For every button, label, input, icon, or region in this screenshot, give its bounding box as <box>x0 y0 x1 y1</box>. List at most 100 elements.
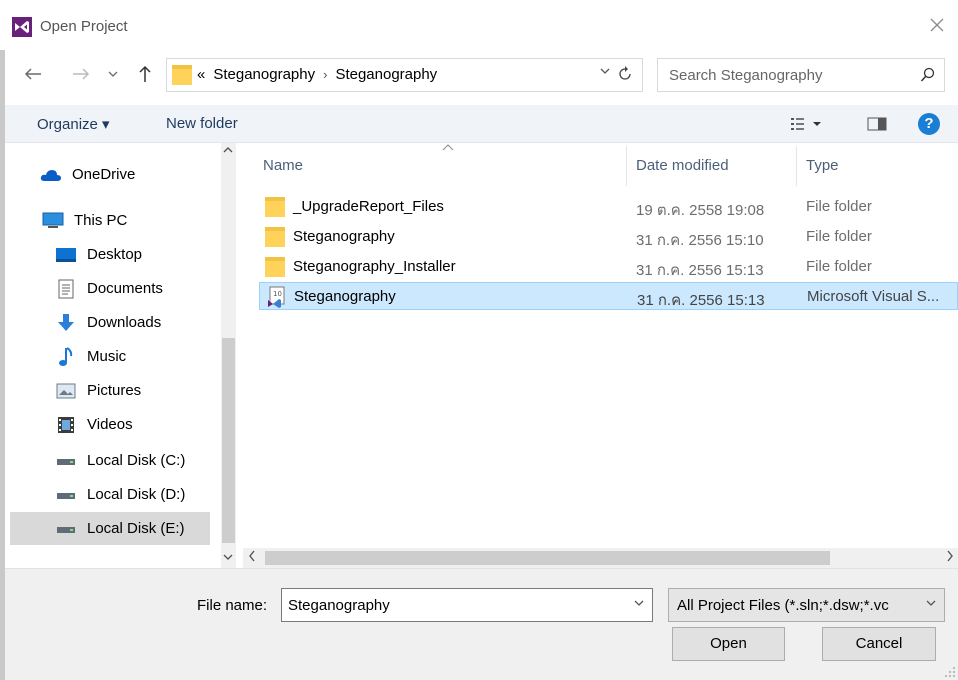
breadcrumb-item[interactable]: Steganography <box>213 66 315 83</box>
search-box[interactable]: Search Steganography <box>657 58 945 92</box>
search-icon[interactable] <box>920 67 936 83</box>
sidebar-item-local-disk-e[interactable]: Local Disk (E:) <box>10 512 210 545</box>
downloads-icon <box>55 312 77 334</box>
sidebar-item-desktop[interactable]: Desktop <box>10 238 210 271</box>
search-input[interactable]: Search Steganography <box>669 67 822 84</box>
onedrive-icon <box>40 164 62 186</box>
sidebar-item-videos[interactable]: Videos <box>10 408 210 441</box>
navigation-pane: OneDrive This PC Desktop Documents Downl… <box>10 143 236 573</box>
file-type: File folder <box>806 228 872 245</box>
scroll-up-icon[interactable] <box>223 146 233 154</box>
preview-pane-icon <box>867 117 887 131</box>
scroll-left-icon[interactable] <box>248 550 256 562</box>
svg-text:10: 10 <box>273 290 282 298</box>
file-date: 31 ก.ค. 2556 15:13 <box>637 292 765 309</box>
breadcrumb-separator-icon[interactable]: › <box>323 67 327 82</box>
desktop-icon <box>55 244 77 266</box>
change-view-button[interactable] <box>790 116 824 136</box>
cancel-button[interactable]: Cancel <box>822 627 936 661</box>
sidebar-item-this-pc[interactable]: This PC <box>10 204 210 237</box>
videos-icon <box>55 414 77 436</box>
horizontal-scroll-thumb[interactable] <box>265 551 830 565</box>
sidebar-item-music[interactable]: Music <box>10 340 210 373</box>
view-details-icon <box>791 118 821 130</box>
file-date: 31 ก.ค. 2556 15:10 <box>636 232 764 249</box>
file-type: File folder <box>806 198 872 215</box>
column-header-type[interactable]: Type <box>806 157 839 174</box>
sidebar-item-local-disk-c[interactable]: Local Disk (C:) <box>10 444 210 477</box>
music-icon <box>55 346 77 368</box>
chevron-down-icon[interactable] <box>634 599 644 607</box>
open-button[interactable]: Open <box>672 627 785 661</box>
resize-grip-icon[interactable] <box>944 666 956 678</box>
scroll-down-icon[interactable] <box>223 553 233 561</box>
breadcrumb-item[interactable]: Steganography <box>335 66 437 83</box>
folder-icon <box>172 65 192 85</box>
column-header-date-modified[interactable]: Date modified <box>636 157 729 174</box>
close-icon[interactable] <box>926 14 948 36</box>
file-type-selected-value: All Project Files (*.sln;*.dsw;*.vc <box>677 597 889 614</box>
file-name: _UpgradeReport_Files <box>293 198 444 215</box>
sort-ascending-icon <box>442 144 454 151</box>
column-separator[interactable] <box>796 146 797 186</box>
documents-icon <box>55 278 77 300</box>
pc-icon <box>42 210 64 232</box>
file-name-combobox[interactable]: Steganography <box>281 588 653 622</box>
sidebar-item-label: This PC <box>74 212 128 229</box>
recent-locations-chevron-icon[interactable] <box>106 62 120 86</box>
sidebar-item-label: Local Disk (D:) <box>87 486 186 503</box>
folder-icon <box>265 227 285 247</box>
up-arrow-icon[interactable] <box>135 62 155 86</box>
table-row[interactable]: Steganography 31 ก.ค. 2556 15:10 File fo… <box>259 223 958 251</box>
drive-icon <box>55 484 77 506</box>
file-type: File folder <box>806 258 872 275</box>
refresh-icon[interactable] <box>617 65 633 83</box>
breadcrumb-overflow[interactable]: « <box>197 66 205 83</box>
sidebar-item-label: Downloads <box>87 314 162 331</box>
drive-icon <box>55 450 77 472</box>
title-bar[interactable]: Open Project <box>0 0 958 50</box>
sidebar-item-label: Pictures <box>87 382 142 399</box>
preview-pane-button[interactable] <box>867 116 887 136</box>
command-toolbar: Organize ▾ New folder ? <box>5 105 958 143</box>
sidebar-item-label: OneDrive <box>72 166 136 183</box>
sidebar-item-downloads[interactable]: Downloads <box>10 306 210 339</box>
sidebar-scrollbar[interactable] <box>221 143 236 573</box>
sidebar-item-label: Local Disk (E:) <box>87 520 185 537</box>
sidebar-item-local-disk-d[interactable]: Local Disk (D:) <box>10 478 210 511</box>
forward-arrow-icon[interactable] <box>70 62 92 86</box>
table-row-selected[interactable]: 10 Steganography 31 ก.ค. 2556 15:13 Micr… <box>259 282 958 310</box>
file-type-select[interactable]: All Project Files (*.sln;*.dsw;*.vc <box>668 588 945 622</box>
new-folder-button[interactable]: New folder <box>166 115 238 132</box>
organize-button[interactable]: Organize ▾ <box>37 115 110 133</box>
address-bar[interactable]: « Steganography › Steganography <box>166 58 643 92</box>
chevron-down-icon[interactable] <box>926 599 936 607</box>
sidebar-item-label: Music <box>87 348 127 365</box>
sidebar-item-documents[interactable]: Documents <box>10 272 210 305</box>
file-type: Microsoft Visual S... <box>807 288 940 305</box>
sidebar-item-label: Documents <box>87 280 163 297</box>
scroll-right-icon[interactable] <box>946 550 954 562</box>
visual-studio-logo-icon <box>12 17 32 37</box>
file-date: 31 ก.ค. 2556 15:13 <box>636 262 764 279</box>
back-arrow-icon[interactable] <box>22 62 44 86</box>
pictures-icon <box>55 380 77 402</box>
sidebar-scroll-thumb[interactable] <box>222 338 235 543</box>
breadcrumb: « Steganography › Steganography <box>197 66 437 83</box>
help-icon[interactable]: ? <box>918 113 940 135</box>
table-row[interactable]: Steganography_Installer 31 ก.ค. 2556 15:… <box>259 253 958 281</box>
folder-icon <box>265 197 285 217</box>
file-list-horizontal-scrollbar[interactable] <box>243 548 958 568</box>
sidebar-item-pictures[interactable]: Pictures <box>10 374 210 407</box>
sidebar-item-onedrive[interactable]: OneDrive <box>10 158 210 191</box>
column-header-name[interactable]: Name <box>263 157 303 174</box>
file-name: Steganography_Installer <box>293 258 456 275</box>
file-list: Name Date modified Type _UpgradeReport_F… <box>243 143 958 548</box>
address-dropdown-chevron-icon[interactable] <box>600 67 610 75</box>
folder-icon <box>265 257 285 277</box>
table-row[interactable]: _UpgradeReport_Files 19 ต.ค. 2558 19:08 … <box>259 193 958 221</box>
sidebar-item-label: Videos <box>87 416 133 433</box>
column-separator[interactable] <box>626 146 627 186</box>
file-name-input[interactable]: Steganography <box>288 597 390 614</box>
file-name: Steganography <box>294 288 396 305</box>
